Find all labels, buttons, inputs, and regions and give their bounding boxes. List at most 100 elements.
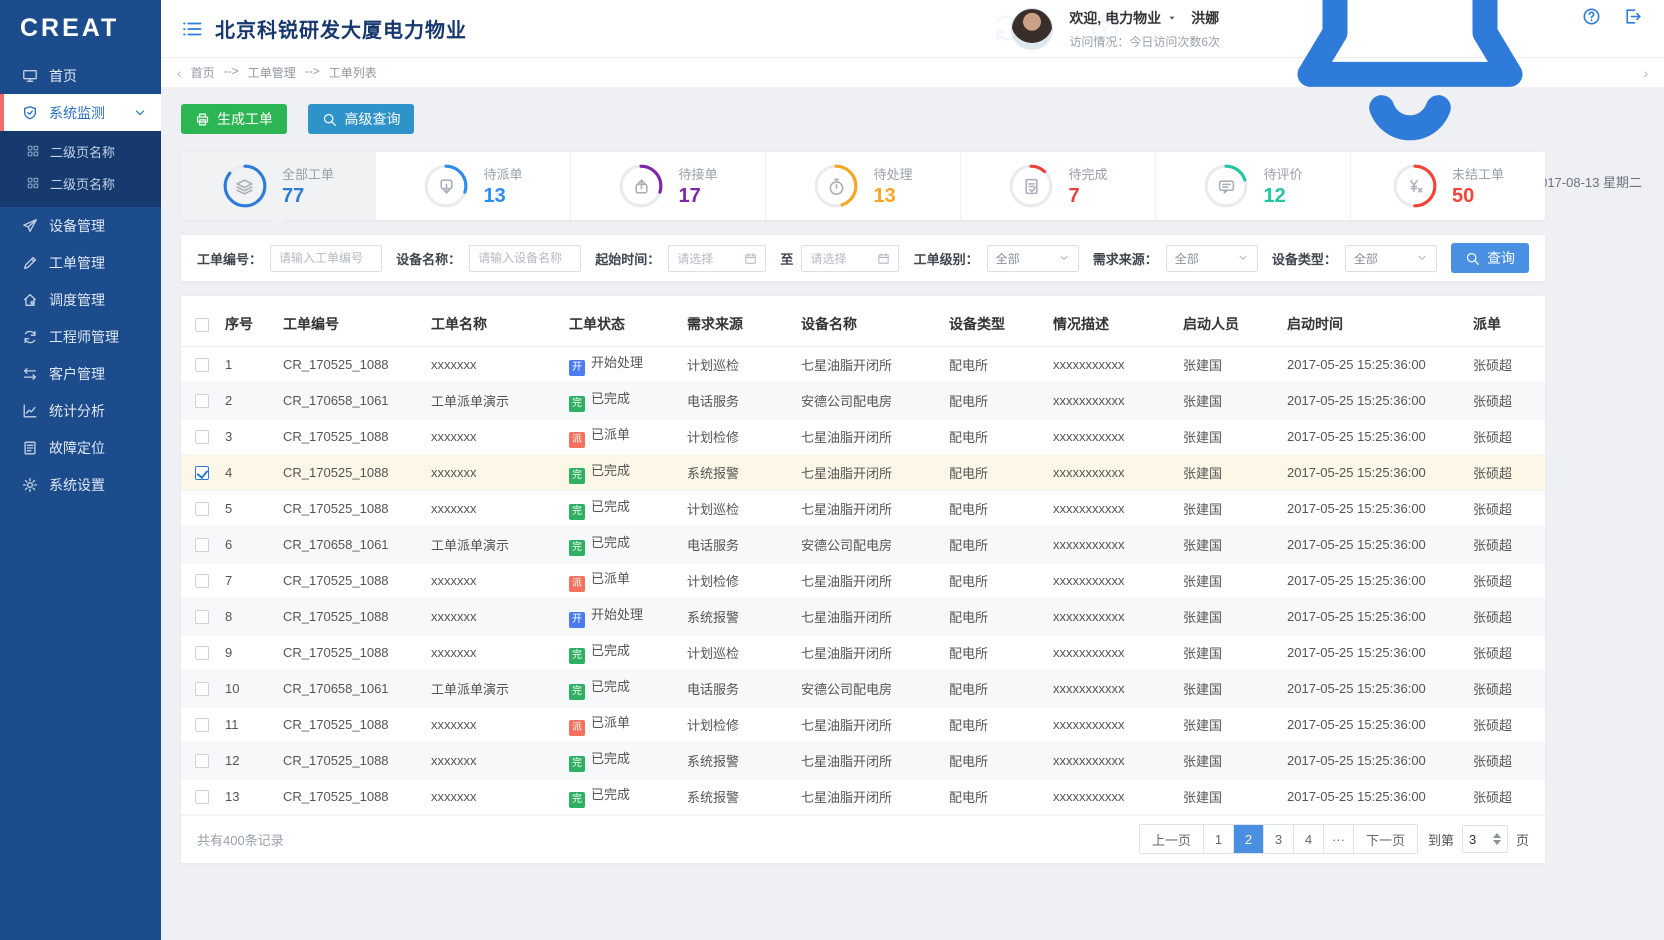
cell-order-no: CR_170525_1088 bbox=[283, 778, 431, 814]
filter-device-name: 设备名称： bbox=[396, 245, 581, 272]
sidebar-subitem-1[interactable]: 二级页名称 bbox=[0, 167, 161, 199]
cell-source: 计划巡检 bbox=[687, 346, 801, 382]
sidebar-subitem-label: 二级页名称 bbox=[50, 142, 115, 161]
sidebar-item-4[interactable]: 调度管理 bbox=[0, 281, 161, 318]
row-checkbox[interactable] bbox=[195, 466, 209, 480]
cell-device-type: 配电所 bbox=[949, 346, 1053, 382]
breadcrumb-back-icon[interactable]: ‹ bbox=[177, 65, 182, 81]
row-checkbox[interactable] bbox=[195, 718, 209, 732]
sidebar-item-3[interactable]: 工单管理 bbox=[0, 244, 161, 281]
cell-seq: 8 bbox=[225, 598, 283, 634]
stat-card-1[interactable]: 待派单13 bbox=[376, 152, 571, 220]
prev-page-button[interactable]: 上一页 bbox=[1140, 825, 1203, 853]
stat-card-0[interactable]: 全部工单77 bbox=[181, 152, 376, 220]
breadcrumb-link-1[interactable]: 工单管理 bbox=[248, 64, 296, 81]
stat-label: 未结工单 bbox=[1452, 164, 1504, 183]
start-date-picker[interactable]: 请选择 bbox=[668, 245, 766, 272]
main-area: 北京科锐研发大厦电力物业 欢迎, 电力物业 洪娜 访问情况：今日访问次数6次 bbox=[161, 0, 1664, 940]
stats-cards: 全部工单77待派单13待接单17待处理13待完成7待评价12未结工单50 bbox=[181, 152, 1545, 220]
table-row-12: 12CR_170525_1088xxxxxxx完已完成系统报警七星油脂开闭所配电… bbox=[181, 742, 1545, 778]
notifications-button[interactable]: 5 bbox=[1260, 0, 1560, 166]
order-no-input[interactable] bbox=[279, 251, 373, 265]
cell-status: 派已派单 bbox=[569, 562, 687, 598]
row-checkbox[interactable] bbox=[195, 538, 209, 552]
doc-icon bbox=[22, 440, 38, 456]
row-checkbox[interactable] bbox=[195, 502, 209, 516]
row-checkbox[interactable] bbox=[195, 358, 209, 372]
breadcrumb-link-0[interactable]: 首页 bbox=[191, 64, 215, 81]
next-page-button[interactable]: 下一页 bbox=[1353, 825, 1417, 853]
device-name-input[interactable] bbox=[478, 251, 572, 265]
cell-device: 七星油脂开闭所 bbox=[801, 598, 949, 634]
status-badge: 开 bbox=[569, 360, 585, 376]
sidebar-item-7[interactable]: 统计分析 bbox=[0, 392, 161, 429]
grid-icon bbox=[26, 144, 40, 158]
breadcrumb-link-2[interactable]: 工单列表 bbox=[329, 64, 377, 81]
cell-desc: xxxxxxxxxxx bbox=[1053, 490, 1183, 526]
collapse-menu-icon[interactable] bbox=[181, 18, 203, 40]
sidebar-item-0[interactable]: 首页 bbox=[0, 57, 161, 94]
row-checkbox[interactable] bbox=[195, 790, 209, 804]
user-dropdown-caret-icon[interactable] bbox=[1167, 13, 1177, 23]
query-button[interactable]: 查询 bbox=[1451, 243, 1529, 273]
sidebar-item-9[interactable]: 系统设置 bbox=[0, 466, 161, 503]
cell-seq: 7 bbox=[225, 562, 283, 598]
status-badge: 完 bbox=[569, 504, 585, 520]
sidebar-item-8[interactable]: 故障定位 bbox=[0, 429, 161, 466]
demand-source-select[interactable]: 全部 bbox=[1166, 245, 1258, 272]
stat-card-5[interactable]: 待评价12 bbox=[1156, 152, 1351, 220]
cell-starter: 张建国 bbox=[1183, 634, 1287, 670]
goto-page-input[interactable]: 3 bbox=[1462, 825, 1508, 853]
column-header-order_no: 工单编号 bbox=[283, 302, 431, 346]
stat-card-4[interactable]: 待完成7 bbox=[961, 152, 1156, 220]
table-row-8: 8CR_170525_1088xxxxxxx开开始处理系统报警七星油脂开闭所配电… bbox=[181, 598, 1545, 634]
stat-label: 待评价 bbox=[1263, 164, 1302, 183]
cell-starter: 张建国 bbox=[1183, 418, 1287, 454]
cell-source: 电话服务 bbox=[687, 670, 801, 706]
logout-icon[interactable] bbox=[1623, 7, 1642, 26]
order-level-select[interactable]: 全部 bbox=[987, 245, 1079, 272]
page-button-4[interactable]: 4 bbox=[1293, 825, 1323, 853]
row-checkbox[interactable] bbox=[195, 430, 209, 444]
row-checkbox[interactable] bbox=[195, 394, 209, 408]
stat-card-6[interactable]: 未结工单50 bbox=[1351, 152, 1545, 220]
cell-starter: 张建国 bbox=[1183, 526, 1287, 562]
cell-device: 七星油脂开闭所 bbox=[801, 634, 949, 670]
row-checkbox[interactable] bbox=[195, 646, 209, 660]
cell-seq: 11 bbox=[225, 706, 283, 742]
sidebar-item-5[interactable]: 工程师管理 bbox=[0, 318, 161, 355]
advanced-search-button[interactable]: 高级查询 bbox=[308, 104, 414, 134]
row-checkbox[interactable] bbox=[195, 574, 209, 588]
sidebar-item-6[interactable]: 客户管理 bbox=[0, 355, 161, 392]
filter-label: 工单级别： bbox=[914, 249, 979, 268]
page-stepper-icon[interactable] bbox=[1493, 833, 1501, 845]
row-checkbox[interactable] bbox=[195, 610, 209, 624]
date-display: 2017-08-13 星期二 bbox=[1533, 172, 1642, 191]
sidebar-item-2[interactable]: 设备管理 bbox=[0, 207, 161, 244]
stat-label: 待接单 bbox=[678, 164, 717, 183]
sidebar-subitem-0[interactable]: 二级页名称 bbox=[0, 135, 161, 167]
cell-order-no: CR_170525_1088 bbox=[283, 490, 431, 526]
page-button-3[interactable]: 3 bbox=[1263, 825, 1293, 853]
filter-label: 至 bbox=[780, 249, 793, 268]
stat-card-3[interactable]: 待处理13 bbox=[766, 152, 961, 220]
help-icon[interactable] bbox=[1582, 7, 1601, 26]
yen-icon bbox=[1405, 177, 1424, 196]
cell-order-no: CR_170658_1061 bbox=[283, 526, 431, 562]
cell-device-type: 配电所 bbox=[949, 454, 1053, 490]
row-checkbox[interactable] bbox=[195, 754, 209, 768]
more-pages-button[interactable]: ··· bbox=[1323, 825, 1353, 853]
sidebar-item-1[interactable]: 系统监测 bbox=[0, 94, 161, 131]
page-button-1[interactable]: 1 bbox=[1203, 825, 1233, 853]
page-button-2[interactable]: 2 bbox=[1233, 825, 1263, 853]
table-row-13: 13CR_170525_1088xxxxxxx完已完成系统报警七星油脂开闭所配电… bbox=[181, 778, 1545, 814]
device-type-select[interactable]: 全部 bbox=[1345, 245, 1437, 272]
cell-start-time: 2017-05-25 15:25:36:00 bbox=[1287, 598, 1473, 634]
end-date-picker[interactable]: 请选择 bbox=[801, 245, 899, 272]
create-order-button[interactable]: 生成工单 bbox=[181, 104, 287, 134]
row-checkbox[interactable] bbox=[195, 682, 209, 696]
select-all-checkbox[interactable] bbox=[195, 318, 209, 332]
breadcrumb-forward-icon[interactable]: › bbox=[1643, 65, 1648, 81]
cell-start-time: 2017-05-25 15:25:36:00 bbox=[1287, 346, 1473, 382]
stat-card-2[interactable]: 待接单17 bbox=[571, 152, 766, 220]
